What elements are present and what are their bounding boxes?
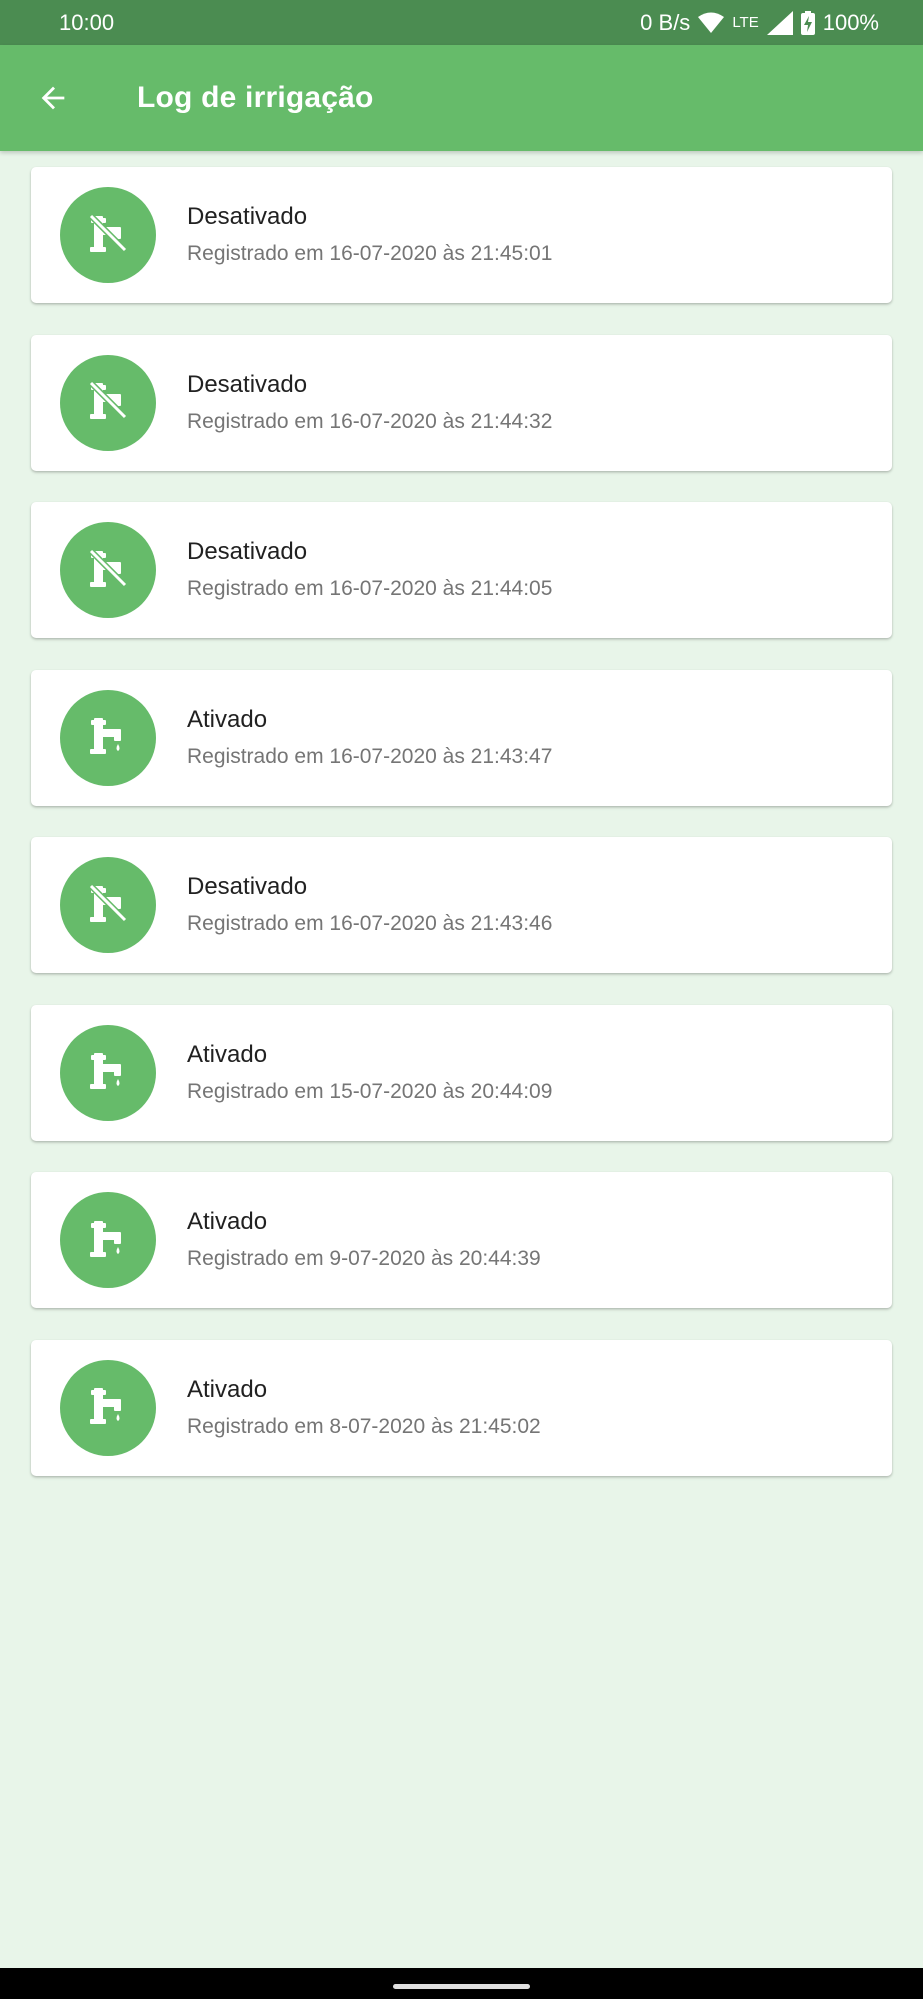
log-item-avatar [60, 857, 156, 953]
log-item-avatar [60, 522, 156, 618]
status-icons: 0 B/s LTE 100% [640, 10, 879, 36]
app-bar: Log de irrigação [0, 45, 923, 151]
log-item-timestamp: Registrado em 9-07-2020 às 20:44:39 [187, 1247, 541, 1270]
log-item[interactable]: Ativado Registrado em 15-07-2020 às 20:4… [31, 1004, 892, 1141]
log-item-text: Ativado Registrado em 8-07-2020 às 21:45… [187, 1375, 541, 1441]
log-item[interactable]: Ativado Registrado em 16-07-2020 às 21:4… [31, 669, 892, 806]
log-item-state: Desativado [187, 873, 308, 900]
log-item[interactable]: Ativado Registrado em 9-07-2020 às 20:44… [31, 1172, 892, 1308]
log-item-avatar [60, 1024, 156, 1121]
log-item-timestamp: Registrado em 16-07-2020 às 21:44:32 [187, 409, 553, 433]
log-item-timestamp: Registrado em 8-07-2020 às 21:45:02 [187, 1414, 541, 1438]
log-item-avatar [60, 354, 156, 451]
faucet-off-icon [85, 545, 131, 596]
arrow-back-icon [41, 86, 65, 110]
log-item-timestamp: Registrado em 16-07-2020 às 21:45:01 [187, 242, 553, 265]
log-item-text: Desativado Registrado em 16-07-2020 às 2… [187, 370, 552, 436]
battery-charging-icon [800, 10, 815, 35]
log-item-text: Ativado Registrado em 16-07-2020 às 21:4… [187, 705, 552, 771]
faucet-on-icon [85, 1215, 131, 1266]
log-item-state: Ativado [187, 1208, 268, 1235]
status-time: 10:00 [59, 9, 115, 35]
net-speed: 0 B/s [640, 9, 691, 35]
page-title: Log de irrigação [137, 81, 374, 114]
log-item-timestamp: Registrado em 16-07-2020 às 21:44:05 [187, 577, 553, 600]
log-item[interactable]: Desativado Registrado em 16-07-2020 às 2… [31, 167, 892, 303]
network-type: LTE [732, 14, 759, 31]
log-item-text: Desativado Registrado em 16-07-2020 às 2… [187, 202, 552, 268]
log-item-state: Desativado [187, 203, 308, 230]
log-item-avatar [60, 1359, 156, 1456]
irrigation-log-list: Desativado Registrado em 16-07-2020 às 2… [31, 167, 892, 1507]
signal-icon [766, 10, 793, 35]
log-item-state: Ativado [187, 705, 268, 733]
log-item[interactable]: Desativado Registrado em 16-07-2020 às 2… [31, 502, 892, 638]
status-bar: 10:00 0 B/s LTE 100% [0, 0, 923, 45]
back-button[interactable] [25, 70, 81, 126]
log-item[interactable]: Desativado Registrado em 16-07-2020 às 2… [31, 837, 892, 973]
log-item-avatar [60, 1192, 156, 1288]
log-item-timestamp: Registrado em 16-07-2020 às 21:43:47 [187, 744, 553, 768]
faucet-on-icon [85, 712, 131, 763]
system-nav-bar [0, 1968, 923, 1999]
faucet-off-icon [85, 880, 131, 931]
faucet-off-icon [85, 210, 131, 261]
log-item-state: Desativado [187, 370, 308, 398]
log-item-text: Ativado Registrado em 9-07-2020 às 20:44… [187, 1207, 541, 1273]
log-item[interactable]: Ativado Registrado em 8-07-2020 às 21:45… [31, 1339, 892, 1476]
log-item-timestamp: Registrado em 16-07-2020 às 21:43:46 [187, 912, 553, 935]
log-item-text: Ativado Registrado em 15-07-2020 às 20:4… [187, 1040, 552, 1106]
faucet-on-icon [85, 1382, 131, 1433]
faucet-off-icon [85, 377, 131, 428]
log-item-state: Ativado [187, 1040, 268, 1068]
log-item-timestamp: Registrado em 15-07-2020 às 20:44:09 [187, 1079, 553, 1103]
battery-level: 100% [822, 9, 879, 35]
log-item-avatar [60, 689, 156, 786]
log-item-state: Ativado [187, 1375, 268, 1403]
wifi-icon [698, 12, 725, 34]
faucet-on-icon [85, 1047, 131, 1098]
log-item-text: Desativado Registrado em 16-07-2020 às 2… [187, 872, 552, 938]
log-item-avatar [60, 187, 156, 283]
log-item-state: Desativado [187, 538, 308, 565]
home-gesture-handle[interactable] [393, 1984, 530, 1989]
log-item-text: Desativado Registrado em 16-07-2020 às 2… [187, 537, 552, 603]
log-item[interactable]: Desativado Registrado em 16-07-2020 às 2… [31, 334, 892, 471]
